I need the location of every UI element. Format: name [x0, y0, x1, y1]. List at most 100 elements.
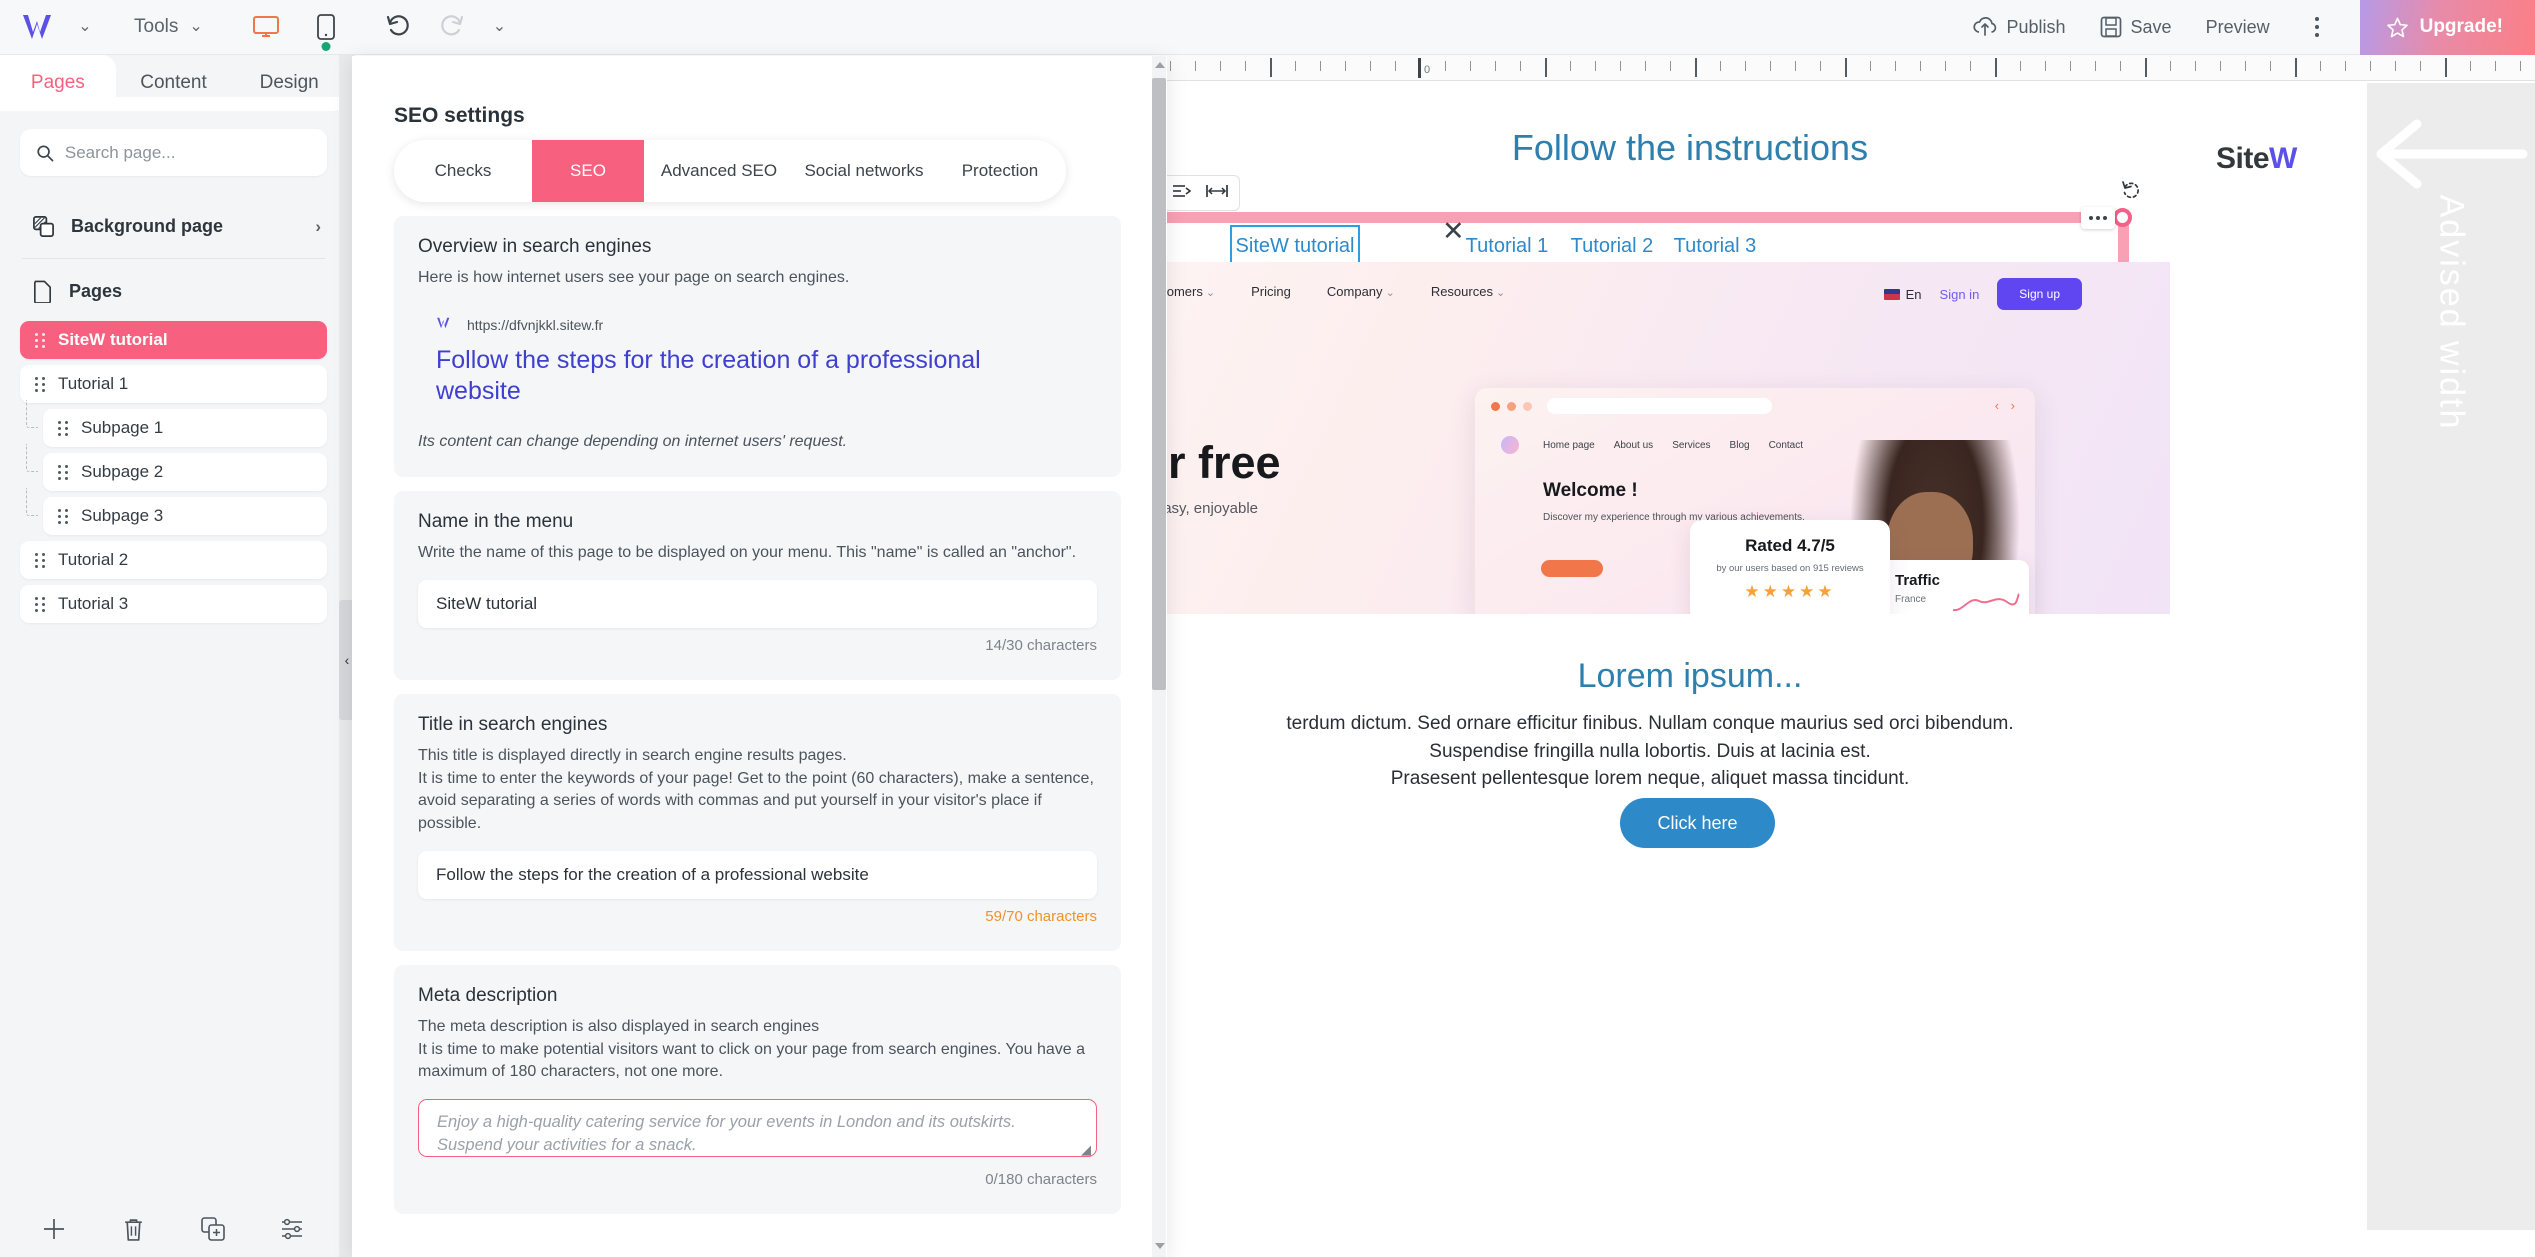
modal-scroll-area: Overview in search engines Here is how i…: [394, 216, 1121, 1257]
meta-description-heading: Meta description: [418, 984, 558, 1006]
title-engines-field[interactable]: [418, 850, 1097, 899]
traffic-sparkline-icon: [1952, 593, 2020, 612]
drag-handle-icon[interactable]: [58, 464, 68, 480]
drag-handle-icon[interactable]: [35, 332, 45, 348]
list-item[interactable]: SiteW tutorial: [20, 321, 327, 359]
menu-name-input[interactable]: [436, 593, 1079, 614]
tab-social-networks[interactable]: Social networks: [794, 140, 934, 202]
sidebar-section-pages: Pages: [20, 265, 327, 317]
modal-scrollbar-thumb[interactable]: [1152, 78, 1166, 690]
scroll-down-arrow-icon[interactable]: [1155, 1243, 1165, 1249]
drag-handle-icon[interactable]: [35, 596, 45, 612]
mockup-nav-contact: Contact: [1768, 440, 1804, 451]
browser-dots-icon: [1491, 402, 1532, 411]
save-button[interactable]: Save: [2100, 16, 2172, 38]
list-item[interactable]: Subpage 3: [26, 488, 327, 535]
mockup-nav-services: Services: [1672, 440, 1711, 451]
drag-handle-icon[interactable]: [35, 552, 45, 568]
list-item[interactable]: Tutorial 2: [20, 541, 327, 579]
hero-nav-company: Company: [1327, 284, 1395, 299]
search-icon: [37, 144, 54, 161]
menu-name-field[interactable]: [418, 579, 1097, 628]
tools-label: Tools: [134, 16, 179, 37]
menu-widget-toolbar[interactable]: [1160, 175, 1240, 211]
serp-note: Its content can change depending on inte…: [418, 433, 848, 451]
title-engines-input[interactable]: [436, 864, 1079, 885]
hero-image-block[interactable]: Customers Pricing Company Resources En S…: [1160, 262, 2170, 614]
close-icon[interactable]: ✕: [1442, 216, 1465, 247]
search-page-field[interactable]: [20, 129, 327, 176]
seo-settings-modal: SEO settings Checks SEO Advanced SEO Soc…: [352, 56, 1465, 1257]
page-item-label: Subpage 1: [81, 418, 164, 437]
title-engines-heading: Title in search engines: [418, 713, 608, 735]
tab-advanced-seo[interactable]: Advanced SEO: [644, 140, 794, 202]
upgrade-button[interactable]: Upgrade!: [2359, 0, 2535, 55]
lorem-paragraph: terdum dictum. Sed ornare efficitur fini…: [1286, 713, 2014, 790]
hero-headline: a e for free: [1160, 390, 1281, 487]
tab-pages[interactable]: Pages: [0, 55, 116, 111]
horizontal-ruler[interactable]: 0: [1160, 55, 2535, 81]
tab-seo[interactable]: SEO: [532, 140, 644, 202]
hero-nav-pricing: Pricing: [1251, 284, 1291, 299]
sidebar-divider: [22, 258, 325, 259]
preview-label: Preview: [2205, 16, 2270, 37]
duplicate-page-icon[interactable]: [193, 1209, 233, 1249]
traffic-sub: France: [1895, 594, 1927, 605]
logo-dropdown-caret-icon[interactable]: ⌄: [74, 19, 96, 35]
mockup-welcome-title: Welcome !: [1543, 480, 1638, 501]
menu-name-description: Write the name of this page to be displa…: [418, 544, 1077, 562]
hero-headline-line2: for free: [1160, 436, 1281, 488]
modal-scrollbar[interactable]: [1152, 56, 1166, 1257]
card-meta-description: Meta description The meta description is…: [394, 964, 1121, 1214]
tab-content[interactable]: Content: [116, 55, 232, 111]
drag-handle-icon[interactable]: [58, 508, 68, 524]
desktop-view-button[interactable]: [249, 10, 283, 44]
sitew-logo-icon[interactable]: [18, 10, 64, 44]
delete-page-icon[interactable]: [114, 1209, 154, 1249]
undo-icon[interactable]: [385, 13, 411, 42]
redo-icon: [439, 13, 465, 42]
tab-protection[interactable]: Protection: [934, 140, 1066, 202]
tab-checks[interactable]: Checks: [394, 140, 532, 202]
drag-handle-icon[interactable]: [58, 420, 68, 436]
arrow-left-icon: [2376, 119, 2528, 189]
list-item[interactable]: Tutorial 3: [20, 585, 327, 623]
menu-item[interactable]: Tutorial 3: [1650, 225, 1780, 267]
list-item[interactable]: Subpage 2: [26, 444, 327, 491]
click-here-button[interactable]: Click here: [1620, 798, 1775, 848]
scroll-up-arrow-icon[interactable]: [1155, 62, 1165, 68]
traffic-title: Traffic: [1895, 572, 1941, 589]
list-item[interactable]: Subpage 1: [26, 400, 327, 447]
menu-name-counter: 14/30 characters: [985, 636, 1097, 654]
rotate-icon[interactable]: [2112, 173, 2150, 207]
indent-icon[interactable]: [1171, 183, 1192, 204]
fit-width-icon[interactable]: [1205, 183, 1229, 204]
serp-preview: https://dfvnjkkl.sitew.fr Follow the ste…: [418, 316, 1097, 408]
upgrade-label: Upgrade!: [2419, 16, 2503, 37]
hero-nav-right: En Sign in Sign up: [1883, 278, 2082, 310]
tools-menu[interactable]: Tools ⌄: [134, 16, 203, 38]
left-sidebar: Pages Content Design Background page ›: [0, 55, 347, 1257]
search-input[interactable]: [64, 142, 311, 163]
hero-headline-line1: a: [1160, 390, 1281, 439]
page-settings-icon[interactable]: [273, 1209, 313, 1249]
rating-title: Rated 4.7/5: [1745, 536, 1835, 555]
page-item-label: Tutorial 2: [58, 550, 129, 569]
drag-handle-icon[interactable]: [35, 376, 45, 392]
tab-design[interactable]: Design: [231, 55, 347, 111]
more-options-icon[interactable]: [2304, 17, 2330, 37]
add-page-icon[interactable]: [34, 1209, 74, 1249]
sidebar-item-background-page[interactable]: Background page ›: [20, 204, 327, 248]
meta-description-field[interactable]: ◢: [418, 1098, 1097, 1162]
language-selector: En: [1883, 287, 1922, 302]
menu-item-selected[interactable]: SiteW tutorial: [1230, 225, 1360, 267]
mobile-view-button[interactable]: [309, 10, 343, 51]
list-item[interactable]: Tutorial 1: [20, 365, 327, 403]
signin-link: Sign in: [1939, 286, 1980, 302]
preview-button[interactable]: Preview: [2206, 17, 2270, 38]
resize-grip-icon[interactable]: ◢: [1081, 1142, 1091, 1158]
meta-description-textarea[interactable]: [418, 1098, 1097, 1157]
publish-button[interactable]: Publish: [1973, 16, 2066, 38]
history-dropdown-caret-icon[interactable]: ⌄: [493, 18, 506, 36]
brand-accent-text: W: [2269, 142, 2297, 175]
